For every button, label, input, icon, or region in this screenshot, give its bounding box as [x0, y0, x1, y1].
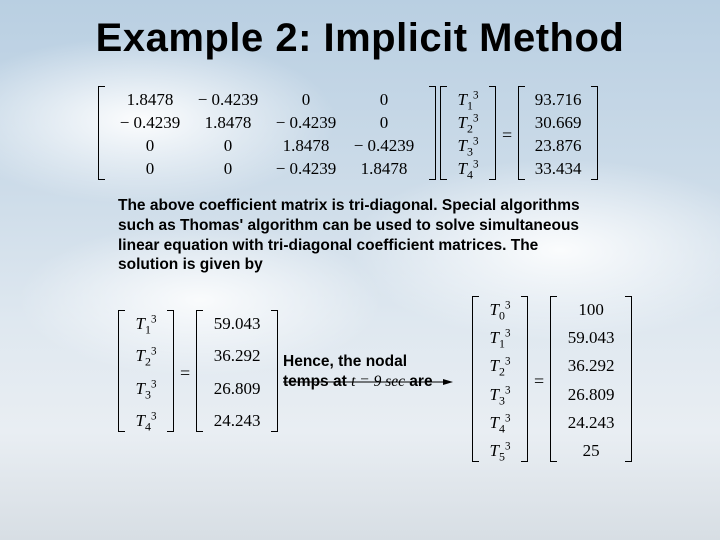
hence-text: Hence, the nodal temps at t = 9 sec are [283, 352, 463, 392]
full-cell: 100 [563, 299, 619, 322]
T-label: T33 [131, 378, 161, 401]
A-cell: 0 [267, 89, 345, 112]
equals-sign: = [174, 363, 196, 384]
T-label: T23 [453, 112, 483, 135]
A-cell: 0 [189, 158, 267, 181]
T-label: T23 [131, 345, 161, 368]
hence-line2-pre: temps at [283, 373, 351, 390]
A-cell: 1.8478 [189, 112, 267, 135]
equation-final: T03 T13 T23 T33 T43 T53 = 100 59.043 36.292 26.8… [472, 296, 632, 466]
full-cell: 36.292 [563, 355, 619, 378]
equation-system: 1.8478− 0.423900− 0.42391.8478− 0.423900… [98, 86, 658, 184]
A-cell: − 0.4239 [345, 135, 423, 158]
T-label: T43 [453, 158, 483, 181]
sol-cell: 24.243 [209, 410, 265, 433]
A-cell: − 0.4239 [189, 89, 267, 112]
T-label: T13 [485, 327, 515, 350]
sol-cell: 26.809 [209, 378, 265, 401]
A-cell: 0 [345, 112, 423, 135]
A-cell: − 0.4239 [267, 112, 345, 135]
time-value: t = 9 sec [351, 373, 405, 390]
b-cell: 93.716 [531, 89, 585, 112]
A-cell: 0 [345, 89, 423, 112]
T-label: T23 [485, 355, 515, 378]
b-cell: 23.876 [531, 135, 585, 158]
A-cell: 1.8478 [267, 135, 345, 158]
equals-sign: = [528, 371, 550, 392]
A-cell: 0 [111, 158, 189, 181]
hence-line1: Hence, the nodal [283, 352, 463, 372]
T-label: T13 [131, 313, 161, 336]
sol-cell: 59.043 [209, 313, 265, 336]
T-label: T13 [453, 89, 483, 112]
T-label: T43 [485, 412, 515, 435]
T-label: T43 [131, 410, 161, 433]
T-label: T33 [485, 384, 515, 407]
sol-cell: 36.292 [209, 345, 265, 368]
T-label: T53 [485, 440, 515, 463]
T-label: T03 [485, 299, 515, 322]
equals-sign: = [496, 125, 518, 146]
A-cell: − 0.4239 [111, 112, 189, 135]
A-cell: − 0.4239 [267, 158, 345, 181]
T-label: T33 [453, 135, 483, 158]
A-cell: 0 [189, 135, 267, 158]
b-cell: 33.434 [531, 158, 585, 181]
full-cell: 24.243 [563, 412, 619, 435]
A-cell: 1.8478 [111, 89, 189, 112]
A-cell: 1.8478 [345, 158, 423, 181]
hence-line2-post: are [405, 373, 433, 390]
paragraph: The above coefficient matrix is tri-diag… [118, 196, 593, 275]
equation-solution: T13 T23 T33 T43 = 59.043 36.292 26.809 24.243 [118, 310, 278, 436]
b-cell: 30.669 [531, 112, 585, 135]
full-cell: 26.809 [563, 384, 619, 407]
A-cell: 0 [111, 135, 189, 158]
slide-title: Example 2: Implicit Method [0, 16, 720, 61]
full-cell: 25 [563, 440, 619, 463]
full-cell: 59.043 [563, 327, 619, 350]
